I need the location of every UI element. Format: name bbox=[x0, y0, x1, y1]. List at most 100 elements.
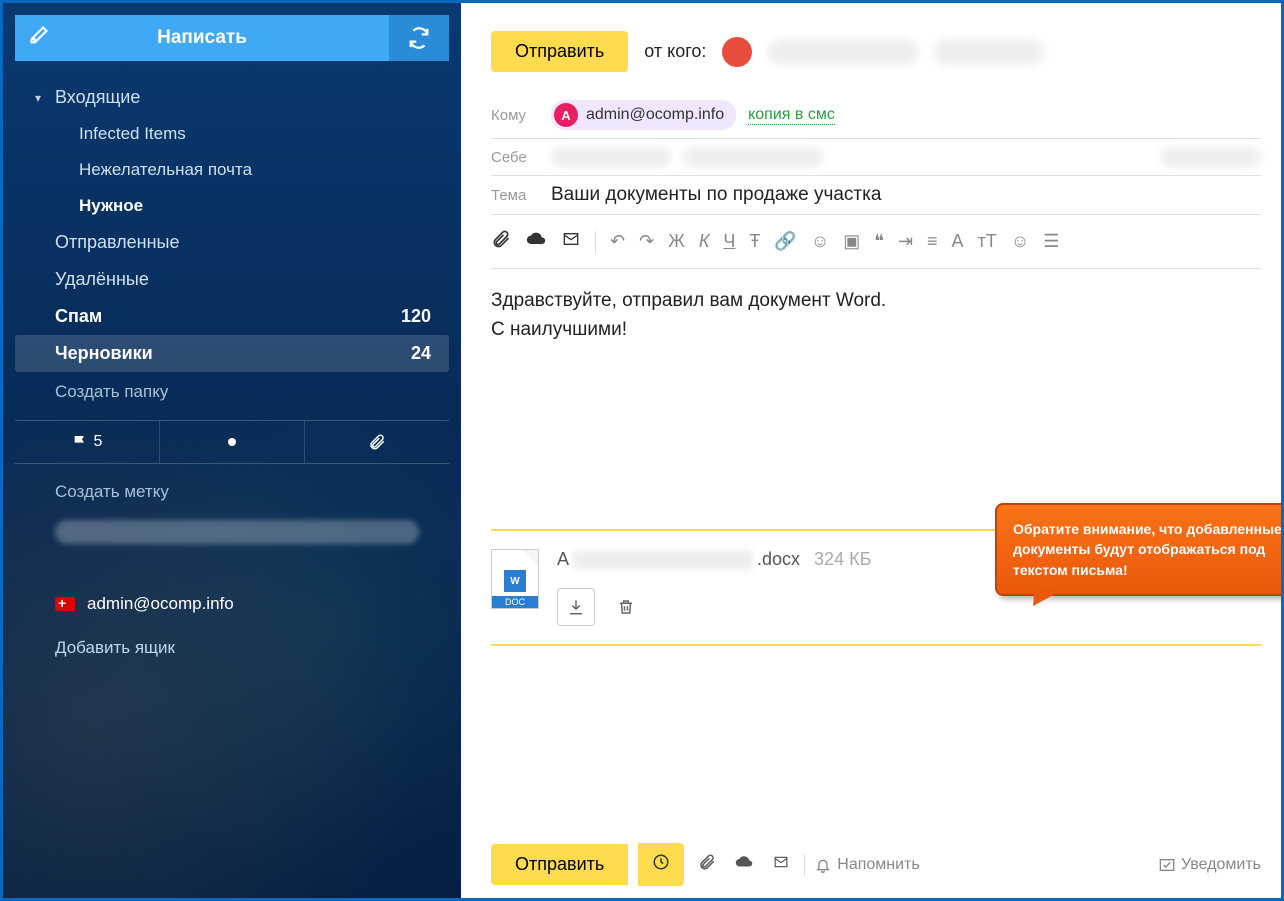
message-body[interactable]: Здравствуйте, отправил вам документ Word… bbox=[491, 269, 1261, 449]
redo-icon[interactable]: ↷ bbox=[639, 231, 654, 252]
folder-important[interactable]: Нужное bbox=[15, 188, 449, 224]
sms-copy-link[interactable]: копия в смс bbox=[748, 106, 835, 125]
from-label: от кого: bbox=[644, 41, 706, 62]
annotation-callout: Обратите внимание, что добавленные докум… bbox=[995, 503, 1281, 596]
folder-junk[interactable]: Нежелательная почта bbox=[15, 152, 449, 188]
indent-icon[interactable]: ⇥ bbox=[898, 231, 913, 252]
notify-button[interactable]: Уведомить bbox=[1159, 856, 1261, 874]
subject-field[interactable]: Тема bbox=[491, 176, 1261, 215]
folder-inbox[interactable]: Входящие bbox=[15, 79, 449, 116]
underline-icon[interactable]: Ч bbox=[723, 231, 735, 252]
attachment-redacted bbox=[573, 550, 753, 570]
download-button[interactable] bbox=[557, 588, 595, 626]
folder-label: Infected Items bbox=[79, 124, 186, 144]
folder-label: Черновики bbox=[55, 343, 153, 364]
folder-count: 24 bbox=[411, 343, 431, 364]
bottom-attach-icon[interactable] bbox=[694, 849, 720, 880]
from-redacted bbox=[768, 39, 918, 65]
self-redacted-3 bbox=[1161, 147, 1261, 167]
size-icon[interactable]: тТ bbox=[978, 231, 997, 252]
send-button[interactable]: Отправить bbox=[491, 31, 628, 72]
flag-count: 5 bbox=[94, 433, 103, 451]
cloud-icon[interactable] bbox=[525, 229, 547, 254]
align-icon[interactable]: ≡ bbox=[927, 231, 938, 252]
compose-pane: Отправить от кого: Кому А admin@ocomp.in… bbox=[461, 3, 1281, 898]
bottom-cloud-icon[interactable] bbox=[730, 849, 758, 880]
account-row[interactable]: admin@ocomp.info bbox=[15, 582, 449, 626]
recipient-chip[interactable]: А admin@ocomp.info bbox=[551, 100, 736, 130]
doc-ext: DOC bbox=[492, 596, 538, 608]
self-field[interactable]: Себе bbox=[491, 139, 1261, 176]
folder-label: Удалённые bbox=[55, 269, 149, 290]
list-icon[interactable]: ☰ bbox=[1043, 231, 1059, 252]
dot-icon bbox=[227, 437, 237, 447]
add-mailbox[interactable]: Добавить ящик bbox=[15, 626, 449, 670]
folder-label: Нужное bbox=[79, 196, 143, 216]
compose-icon bbox=[29, 25, 49, 51]
delete-attachment-button[interactable] bbox=[607, 588, 645, 626]
create-label[interactable]: Создать метку bbox=[15, 472, 449, 512]
bold-icon[interactable]: Ж bbox=[668, 231, 685, 252]
folder-count: 120 bbox=[401, 306, 431, 327]
to-field[interactable]: Кому А admin@ocomp.info копия в смс bbox=[491, 92, 1261, 139]
check-mail-icon bbox=[1159, 857, 1175, 873]
compose-label: Написать bbox=[157, 27, 247, 49]
bottom-toolbar: Отправить Напомнить Уведомить bbox=[491, 831, 1261, 898]
body-line: С наилучшими! bbox=[491, 316, 1261, 345]
strike-icon[interactable]: Ŧ bbox=[749, 231, 760, 252]
folder-label: Входящие bbox=[55, 87, 140, 108]
from-redacted-2 bbox=[934, 39, 1044, 65]
bottom-mail-icon[interactable] bbox=[768, 851, 794, 878]
paperclip-icon bbox=[368, 433, 386, 451]
subject-input[interactable] bbox=[551, 184, 1261, 206]
quote-icon[interactable]: ❝ bbox=[874, 231, 884, 252]
bottom-send-button[interactable]: Отправить bbox=[491, 844, 628, 885]
emoji-icon[interactable]: ☺ bbox=[811, 231, 829, 252]
link-icon[interactable]: 🔗 bbox=[774, 231, 796, 252]
quick-filters: 5 bbox=[15, 420, 449, 464]
folder-label: Отправленные bbox=[55, 232, 180, 253]
flagged-filter[interactable]: 5 bbox=[15, 421, 160, 463]
word-icon: W bbox=[504, 570, 526, 592]
sidebar: Написать Входящие Infected Items Нежелат… bbox=[3, 3, 461, 898]
compose-button[interactable]: Написать bbox=[15, 15, 389, 61]
folder-sent[interactable]: Отправленные bbox=[15, 224, 449, 261]
folder-trash[interactable]: Удалённые bbox=[15, 261, 449, 298]
from-avatar bbox=[722, 37, 752, 67]
body-line: Здравствуйте, отправил вам документ Word… bbox=[491, 287, 1261, 316]
create-folder[interactable]: Создать папку bbox=[15, 372, 449, 412]
italic-icon[interactable]: К bbox=[699, 231, 710, 252]
remind-button[interactable]: Напомнить bbox=[815, 856, 919, 874]
chip-email: admin@ocomp.info bbox=[586, 106, 724, 124]
color-icon[interactable]: A bbox=[952, 231, 964, 252]
bell-icon bbox=[815, 857, 831, 873]
redacted bbox=[55, 520, 419, 544]
self-redacted-2 bbox=[683, 147, 823, 167]
smile-icon[interactable]: ☺ bbox=[1011, 231, 1029, 252]
account-email: admin@ocomp.info bbox=[87, 594, 234, 614]
image-icon[interactable]: ▣ bbox=[843, 231, 860, 252]
self-label: Себе bbox=[491, 149, 539, 166]
download-icon bbox=[567, 598, 585, 616]
folder-spam[interactable]: Спам 120 bbox=[15, 298, 449, 335]
clock-icon bbox=[652, 853, 670, 871]
attachment-thumbnail[interactable]: W DOC bbox=[491, 549, 539, 609]
attach-icon[interactable] bbox=[491, 229, 511, 254]
refresh-icon bbox=[408, 27, 430, 49]
subject-label: Тема bbox=[491, 187, 539, 204]
folder-list: Входящие Infected Items Нежелательная по… bbox=[15, 79, 449, 372]
schedule-button[interactable] bbox=[638, 843, 684, 886]
attachment-size: 324 КБ bbox=[814, 549, 871, 570]
trash-icon bbox=[617, 598, 635, 616]
flag-icon bbox=[72, 434, 88, 450]
separator bbox=[804, 854, 805, 876]
mail-icon[interactable] bbox=[561, 231, 581, 252]
folder-infected[interactable]: Infected Items bbox=[15, 116, 449, 152]
attachment-filter[interactable] bbox=[305, 421, 449, 463]
undo-icon[interactable]: ↶ bbox=[610, 231, 625, 252]
refresh-button[interactable] bbox=[389, 15, 449, 61]
self-redacted bbox=[551, 147, 671, 167]
unread-filter[interactable] bbox=[160, 421, 305, 463]
to-label: Кому bbox=[491, 107, 539, 124]
folder-drafts[interactable]: Черновики 24 bbox=[15, 335, 449, 372]
